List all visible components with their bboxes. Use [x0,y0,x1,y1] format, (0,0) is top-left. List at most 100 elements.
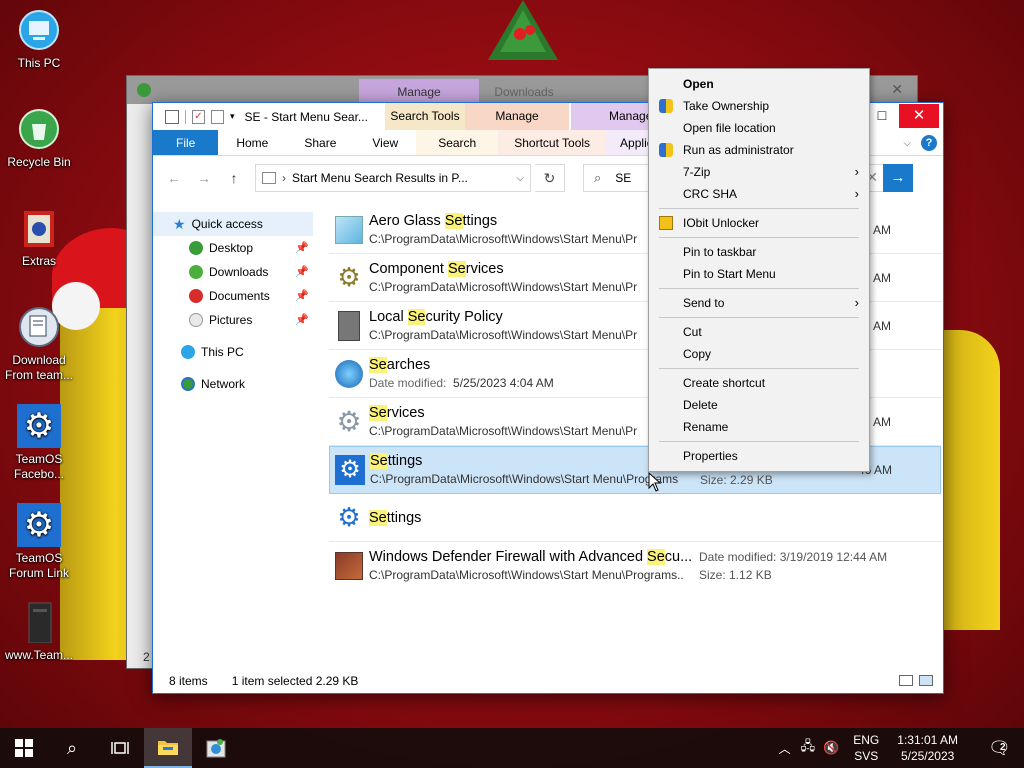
menu-item-open-file-location[interactable]: Open file location [649,117,869,139]
menu-item-send-to[interactable]: Send to › [649,292,869,314]
tab-home[interactable]: Home [218,130,286,155]
result-path: C:\ProgramData\Microsoft\Windows\Start M… [369,568,684,582]
menu-item-properties[interactable]: Properties [649,445,869,467]
search-value: SE [615,171,632,185]
refresh-icon: ↻ [543,170,556,186]
clock[interactable]: 1:31:01 AM 5/25/2023 [897,732,958,764]
aero-glass-icon [335,215,363,244]
nav-label: Downloads [209,265,269,279]
context-group-manage-shortcut[interactable]: Manage [465,103,569,130]
nav-item-this-pc[interactable]: This PC [153,340,313,364]
pin-icon: 📌 [295,266,309,278]
task-view-icon [111,742,129,754]
recycle-bin-icon [17,107,61,151]
desktop-icon-extras[interactable]: Extras [1,206,77,269]
new-folder-icon[interactable] [211,109,224,124]
nav-item-downloads[interactable]: Downloads 📌 [153,260,313,284]
nav-item-desktop[interactable]: Desktop 📌 [153,236,313,260]
menu-item-open[interactable]: Open [649,73,869,95]
notification-center-button[interactable]: 🗨 2 [988,738,1018,759]
list-item[interactable]: ⚙ Settings [329,494,941,542]
expand-ribbon-icon[interactable]: ⌵ [903,138,911,149]
chevron-down-icon[interactable]: ▾ [230,111,235,122]
tab-share[interactable]: Share [286,130,354,155]
search-icon: ⌕ [594,170,602,185]
result-name-rest: ttings [386,509,422,526]
tab-search[interactable]: Search [416,130,499,155]
match-highlight: Se [369,356,387,373]
nav-label: Pictures [209,313,253,327]
context-group-search-tools[interactable]: Search Tools [385,103,465,130]
menu-item-7zip[interactable]: 7-Zip › [649,161,869,183]
desktop-icon-this-pc[interactable]: This PC [1,8,77,71]
match-highlight: Se [370,453,388,469]
menu-item-delete[interactable]: Delete [649,394,869,416]
close-icon[interactable]: ✕ [891,81,903,98]
desktop-icon-label: This PC [17,56,61,70]
chevron-right-icon: › [854,186,859,201]
close-button[interactable]: ✕ [899,104,939,128]
nav-item-documents[interactable]: Documents 📌 [153,284,313,308]
address-bar[interactable]: › Start Menu Search Results in P... ⌵ [255,164,531,192]
tab-file[interactable]: File [153,130,219,155]
tab-shortcut-tools[interactable]: Shortcut Tools [498,130,607,155]
menu-item-pin-start[interactable]: Pin to Start Menu [649,263,869,285]
menu-item-copy[interactable]: Copy [649,343,869,365]
desktop-icon-download[interactable]: Download From team... [1,305,77,383]
volume-muted-icon[interactable]: 🔇 [823,740,839,756]
details-view-icon[interactable] [899,675,913,686]
help-icon[interactable]: ? [921,135,937,151]
address-text: Start Menu Search Results in P... [292,171,468,185]
menu-item-cut[interactable]: Cut [649,321,869,343]
language-indicator[interactable]: ENG SVS [853,732,879,764]
pin-icon: 📌 [295,242,309,254]
desktop-icon-teamos-facebook[interactable]: ⚙ TeamOS Facebo... [1,404,77,482]
context-menu: Open Take Ownership Open file location R… [648,68,870,472]
network-icon[interactable]: 🖧 [801,737,816,759]
tab-view[interactable]: View [354,130,416,155]
result-name-rest: ttings [462,212,498,229]
menu-item-create-shortcut[interactable]: Create shortcut [649,372,869,394]
menu-separator [659,288,859,289]
chevron-down-icon[interactable]: ⌵ [516,173,524,184]
forward-arrow-icon[interactable]: → [191,170,217,186]
start-button[interactable] [0,728,48,768]
taskbar-file-explorer[interactable] [144,728,192,768]
large-icons-view-icon[interactable] [919,675,933,686]
back-arrow-icon[interactable]: ← [161,170,187,186]
mouse-cursor [648,471,662,495]
result-path: C:\ProgramData\Microsoft\Windows\Start M… [369,231,638,246]
nav-item-quick-access[interactable]: ★ Quick access [153,212,313,236]
searches-folder-icon [335,359,363,388]
properties-icon[interactable]: ✓ [192,109,205,124]
file-icon [17,600,61,644]
chevron-up-icon[interactable]: ︿ [779,740,791,757]
taskbar-app[interactable] [192,728,240,768]
result-name-rest: rvices [465,260,504,277]
menu-item-iobit-unlocker[interactable]: IObit Unlocker [649,212,869,234]
match-highlight: Se [448,260,466,277]
menu-item-take-ownership[interactable]: Take Ownership [649,95,869,117]
menu-item-crc-sha[interactable]: CRC SHA › [649,183,869,205]
desktop-icon-recycle-bin[interactable]: Recycle Bin [1,107,77,170]
settings-gear-icon: ⚙ [337,502,361,532]
close-icon: ✕ [912,107,926,124]
desktop-icon-teamos-forum[interactable]: ⚙ TeamOS Forum Link [1,503,77,581]
pin-icon: 📌 [295,314,309,326]
refresh-button[interactable]: ↻ [535,164,565,192]
menu-item-pin-taskbar[interactable]: Pin to taskbar [649,241,869,263]
maximize-icon[interactable]: ☐ [873,104,891,128]
nav-item-pictures[interactable]: Pictures 📌 [153,308,313,332]
search-go-button[interactable]: → [883,164,913,192]
desktop-icon-www-team[interactable]: www.Team... [1,600,77,663]
task-view-button[interactable] [96,728,144,768]
firewall-icon [335,552,363,580]
search-button[interactable]: ⌕ [48,728,96,768]
menu-item-run-as-admin[interactable]: Run as administrator [649,139,869,161]
up-arrow-icon[interactable]: ↑ [221,170,247,186]
nav-item-network[interactable]: Network [153,372,313,396]
list-item[interactable]: Windows Defender Firewall with Advanced … [329,542,941,590]
menu-item-rename[interactable]: Rename [649,416,869,438]
language-code: ENG [853,733,880,747]
menu-separator [659,441,859,442]
